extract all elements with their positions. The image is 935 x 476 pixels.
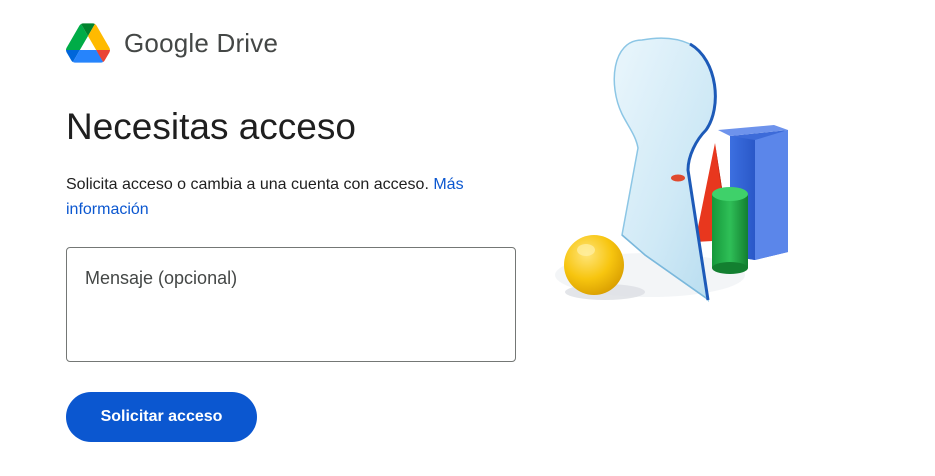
google-drive-logo-icon [66, 23, 110, 63]
access-description: Solicita acceso o cambia a una cuenta co… [66, 172, 521, 222]
brand-name: Google Drive [124, 27, 279, 58]
message-field[interactable] [66, 247, 516, 362]
keyhole-with-shapes-illustration [555, 37, 788, 303]
description-text: Solicita acceso o cambia a una cuenta co… [66, 176, 429, 193]
request-access-button[interactable]: Solicitar acceso [66, 392, 257, 442]
brand-header: Google Drive [66, 22, 278, 64]
page-title: Necesitas acceso [66, 106, 356, 147]
access-request-page: Google Drive Necesitas acceso Solicita a… [0, 0, 935, 476]
message-input[interactable] [67, 248, 515, 361]
